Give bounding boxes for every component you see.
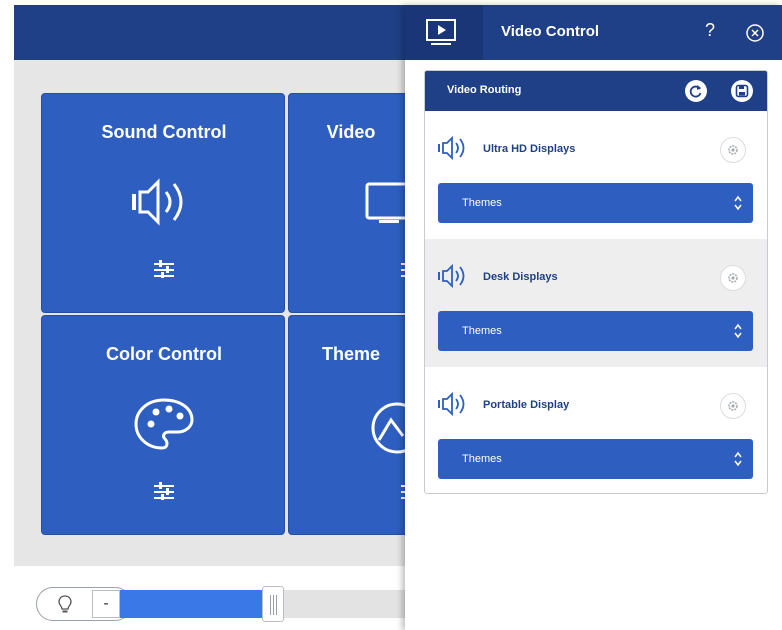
settings-button[interactable] [720,393,746,419]
lightbulb-icon[interactable] [54,593,76,615]
settings-button[interactable] [720,265,746,291]
routing-section-portable: Portable Display Themes [425,367,767,493]
palette-icon [134,398,194,450]
select-value: Themes [462,325,502,337]
chevron-updown-icon [734,451,742,467]
section-label: Portable Display [483,399,570,411]
chevron-updown-icon [734,323,742,339]
help-button[interactable]: ? [705,20,715,41]
routing-section-desk: Desk Displays Themes [425,239,767,367]
speaker-icon [438,391,465,417]
brightness-slider-fill [120,590,272,618]
speaker-icon [438,135,465,161]
sliders-icon[interactable] [154,482,174,500]
select-value: Themes [462,453,502,465]
close-icon[interactable] [745,23,765,43]
panel-title: Video Control [501,23,600,40]
speaker-icon [132,178,183,226]
video-control-panel: Video Control ? Video Routing Ultra HD D… [405,5,782,630]
card-title: Video Routing [447,84,522,96]
theme-icon [371,402,409,454]
routing-select[interactable]: Themes [438,311,753,351]
save-button[interactable] [731,80,753,102]
section-label: Ultra HD Displays [483,143,576,155]
brightness-decrease-button[interactable]: - [92,590,120,618]
speaker-icon [438,263,465,289]
gear-icon [728,273,738,283]
panel-header: Video Control ? [405,5,782,60]
gear-icon [728,145,738,155]
gear-icon [728,401,738,411]
refresh-icon [689,85,702,98]
refresh-button[interactable] [685,80,707,102]
routing-section-ultra-hd: Ultra HD Displays Themes [425,111,767,239]
card-header: Video Routing [425,71,767,111]
chevron-updown-icon [734,195,742,211]
save-icon [735,84,749,98]
panel-icon-box [405,5,483,60]
video-player-icon [426,19,456,45]
brightness-slider-thumb[interactable] [262,586,284,622]
select-value: Themes [462,197,502,209]
routing-select[interactable]: Themes [438,183,753,223]
routing-select[interactable]: Themes [438,439,753,479]
settings-button[interactable] [720,137,746,163]
video-routing-card: Video Routing Ultra HD Displays Themes D… [424,70,768,494]
monitor-icon [365,182,405,223]
section-label: Desk Displays [483,271,558,283]
sliders-icon[interactable] [154,260,174,278]
